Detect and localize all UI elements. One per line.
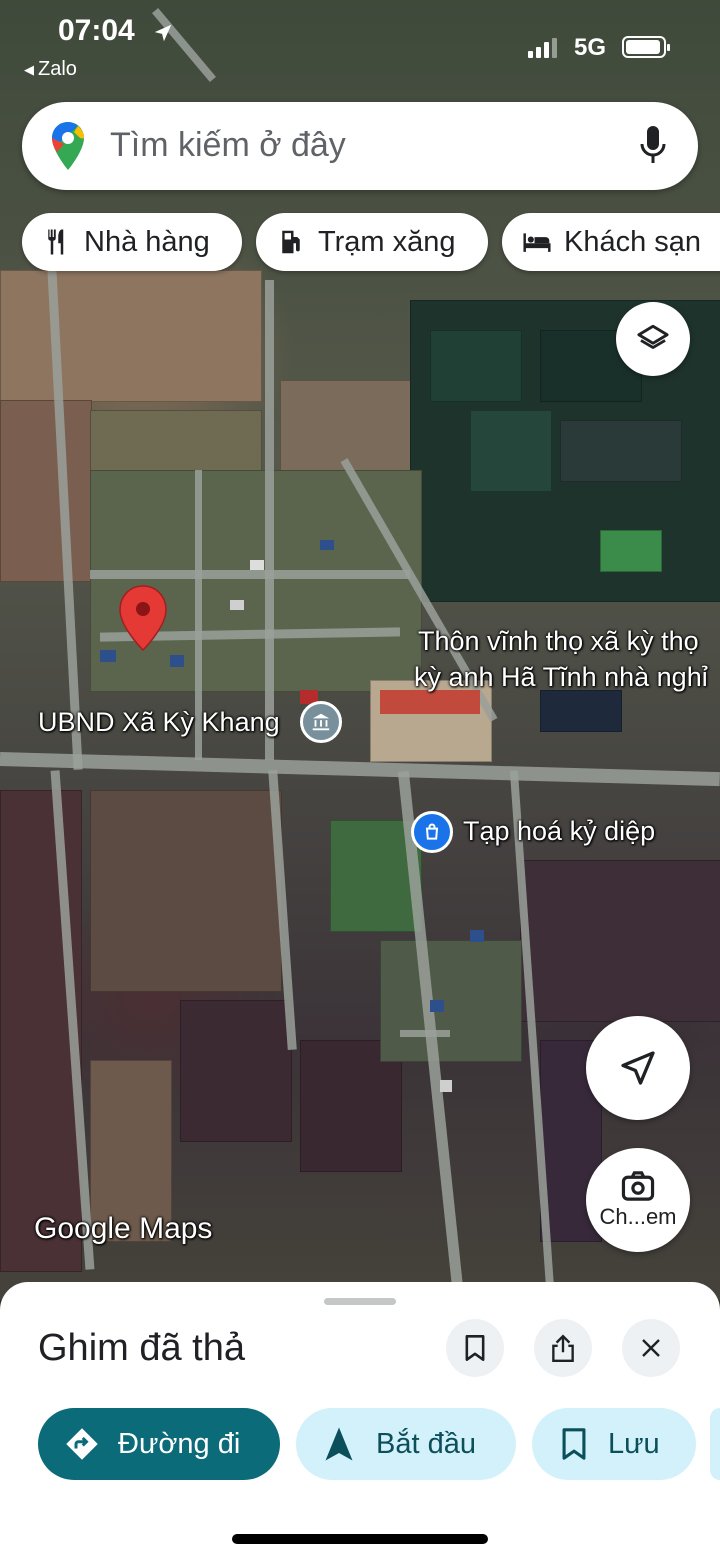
save-button[interactable]: Lưu — [532, 1408, 696, 1480]
start-button[interactable]: Bắt đầu — [296, 1408, 516, 1480]
save-label: Lưu — [608, 1427, 660, 1460]
battery-icon — [622, 36, 670, 58]
hotel-icon — [520, 225, 554, 259]
layers-button[interactable] — [616, 302, 690, 376]
network-label: 5G — [574, 34, 607, 61]
google-maps-logo-icon — [50, 120, 86, 177]
share-button[interactable] — [534, 1319, 592, 1377]
chip-gas-stations[interactable]: Trạm xăng — [256, 213, 488, 271]
share-icon — [552, 1334, 574, 1363]
camera-label: Ch...em — [599, 1204, 677, 1229]
back-app-label: Zalo — [38, 58, 77, 80]
chip-restaurants[interactable]: Nhà hàng — [22, 213, 242, 271]
sheet-title: Ghim đã thả — [38, 1327, 245, 1369]
navigation-arrow-icon — [621, 1051, 655, 1085]
more-actions-peek[interactable] — [710, 1408, 720, 1480]
dropped-pin-icon[interactable] — [118, 584, 168, 654]
bookmark-button[interactable] — [446, 1319, 504, 1377]
status-time: 07:04 — [58, 14, 135, 47]
place-label-line2[interactable]: kỳ anh Hã Tĩnh nhà nghỉ — [414, 662, 708, 693]
directions-button[interactable]: Đường đi — [38, 1408, 280, 1480]
shop-label[interactable]: Tạp hoá kỷ diệp — [463, 816, 655, 847]
layers-icon — [637, 324, 669, 349]
start-label: Bắt đầu — [376, 1427, 476, 1460]
home-indicator[interactable] — [232, 1534, 488, 1544]
start-navigation-icon — [324, 1426, 354, 1462]
restaurant-icon — [40, 225, 74, 259]
gas-station-icon — [274, 225, 308, 259]
camera-icon — [621, 1171, 655, 1201]
google-maps-watermark: Google Maps — [34, 1212, 213, 1245]
place-label-line1[interactable]: Thôn vĩnh thọ xã kỳ thọ — [418, 626, 699, 657]
search-bar[interactable]: Tìm kiếm ở đây — [22, 102, 698, 190]
chip-hotels[interactable]: Khách sạn — [502, 213, 720, 271]
bookmark-icon — [465, 1335, 485, 1361]
signal-icon — [528, 38, 557, 58]
chip-label: Nhà hàng — [84, 225, 210, 258]
back-triangle-icon: ◀ — [24, 61, 34, 77]
search-placeholder[interactable]: Tìm kiếm ở đây — [110, 126, 346, 165]
close-button[interactable] — [622, 1319, 680, 1377]
chip-label: Khách sạn — [564, 225, 702, 258]
directions-arrow-button[interactable] — [586, 1016, 690, 1120]
directions-label: Đường đi — [118, 1427, 241, 1460]
back-to-app[interactable]: ◀ Zalo — [24, 58, 77, 81]
shopping-poi-icon[interactable] — [411, 811, 453, 853]
chip-label: Trạm xăng — [318, 225, 456, 258]
save-bookmark-icon — [560, 1427, 588, 1461]
camera-search-button[interactable]: Ch...em — [586, 1148, 690, 1252]
government-building-icon[interactable] — [300, 701, 342, 743]
ubnd-label[interactable]: UBND Xã Kỳ Khang — [38, 707, 280, 738]
close-icon — [642, 1339, 660, 1357]
drag-handle[interactable] — [324, 1298, 396, 1305]
directions-icon — [64, 1426, 100, 1462]
location-arrow-icon — [152, 22, 174, 49]
microphone-icon[interactable] — [638, 124, 668, 171]
